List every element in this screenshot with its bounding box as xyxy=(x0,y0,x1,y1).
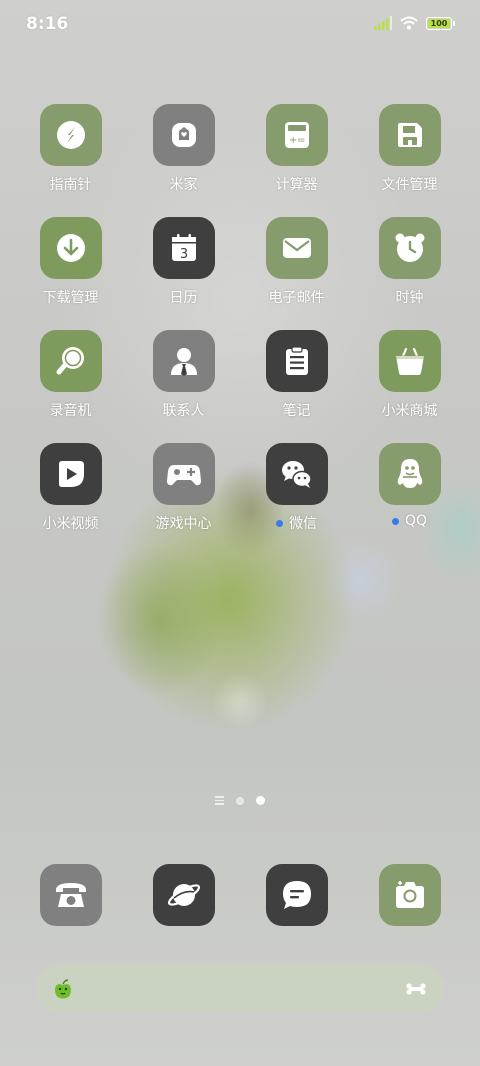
wifi-icon xyxy=(400,16,418,30)
app-label: 指南针 xyxy=(49,177,92,193)
app-label: 电子邮件 xyxy=(268,290,325,306)
qq-penguin-icon[interactable] xyxy=(378,443,441,505)
phone-icon[interactable] xyxy=(39,864,102,926)
app-mi-store[interactable]: 小米商城 xyxy=(353,330,466,443)
notification-dot xyxy=(391,517,399,525)
calendar-icon[interactable]: 3 xyxy=(152,217,215,279)
app-wechat[interactable]: 微信 xyxy=(240,443,353,556)
app-label: 联系人 xyxy=(162,403,205,419)
wechat-icon[interactable] xyxy=(265,443,328,505)
app-label: 游戏中心 xyxy=(155,516,212,532)
app-label: 下载管理 xyxy=(42,290,99,306)
page-indicator-menu-icon[interactable] xyxy=(215,796,224,805)
app-label: 笔记 xyxy=(282,403,311,419)
page-indicator xyxy=(0,796,480,805)
voice-icon[interactable] xyxy=(406,982,426,996)
app-label: 日历 xyxy=(169,290,198,306)
app-qq[interactable]: QQ xyxy=(353,443,466,556)
app-label: 小米商城 xyxy=(381,403,438,419)
app-mijia[interactable]: 米家 xyxy=(127,104,240,217)
page-dot-2[interactable] xyxy=(256,796,265,805)
app-recorder[interactable]: 录音机 xyxy=(14,330,127,443)
app-label: 时钟 xyxy=(395,290,424,306)
status-bar: 8:16 100 xyxy=(0,0,480,50)
notes-icon[interactable] xyxy=(265,330,328,392)
app-download-manager[interactable]: 下载管理 xyxy=(14,217,127,330)
status-icons: 100 xyxy=(374,16,455,30)
contacts-icon[interactable] xyxy=(152,330,215,392)
recorder-icon[interactable] xyxy=(39,330,102,392)
app-contacts[interactable]: 联系人 xyxy=(127,330,240,443)
battery-text: 100 xyxy=(430,18,448,28)
app-label: 录音机 xyxy=(49,403,92,419)
app-label: 小米视频 xyxy=(42,516,99,532)
camera-icon[interactable] xyxy=(378,864,441,926)
app-notes[interactable]: 笔记 xyxy=(240,330,353,443)
app-label: 微信 xyxy=(276,513,317,533)
app-calculator[interactable]: + = 计算器 xyxy=(240,104,353,217)
status-time: 8:16 xyxy=(26,14,69,34)
video-play-icon[interactable] xyxy=(39,443,102,505)
calculator-icon[interactable]: + = xyxy=(265,104,328,166)
app-label: 计算器 xyxy=(275,177,318,193)
calendar-day: 3 xyxy=(179,247,187,262)
app-clock[interactable]: 时钟 xyxy=(353,217,466,330)
app-label: 米家 xyxy=(169,177,198,193)
page-dot-1[interactable] xyxy=(236,796,244,805)
green-apple-icon xyxy=(55,979,71,999)
app-calendar[interactable]: 3 日历 xyxy=(127,217,240,330)
svg-text:=: = xyxy=(297,135,305,146)
gamepad-icon[interactable] xyxy=(152,443,215,505)
app-mi-video[interactable]: 小米视频 xyxy=(14,443,127,556)
app-label: QQ xyxy=(391,513,427,529)
download-icon[interactable] xyxy=(39,217,102,279)
mijia-icon[interactable] xyxy=(152,104,215,166)
app-email[interactable]: 电子邮件 xyxy=(240,217,353,330)
signal-icon xyxy=(374,16,392,30)
app-grid: 指南针 米家 + = 计算器 文件管理 下载管理 3 日历 电子邮件 时钟 录音… xyxy=(14,104,466,556)
app-label: 文件管理 xyxy=(381,177,438,193)
compass-icon[interactable] xyxy=(39,104,102,166)
app-game-center[interactable]: 游戏中心 xyxy=(127,443,240,556)
clock-icon[interactable] xyxy=(378,217,441,279)
email-icon[interactable] xyxy=(265,217,328,279)
file-manager-icon[interactable] xyxy=(378,104,441,166)
app-compass[interactable]: 指南针 xyxy=(14,104,127,217)
dock xyxy=(14,864,466,926)
battery-icon: 100 xyxy=(426,16,455,30)
messages-icon[interactable] xyxy=(265,864,328,926)
app-file-manager[interactable]: 文件管理 xyxy=(353,104,466,217)
shop-basket-icon[interactable] xyxy=(378,330,441,392)
browser-icon[interactable] xyxy=(152,864,215,926)
notification-dot xyxy=(276,519,283,527)
search-bar[interactable] xyxy=(36,964,444,1014)
